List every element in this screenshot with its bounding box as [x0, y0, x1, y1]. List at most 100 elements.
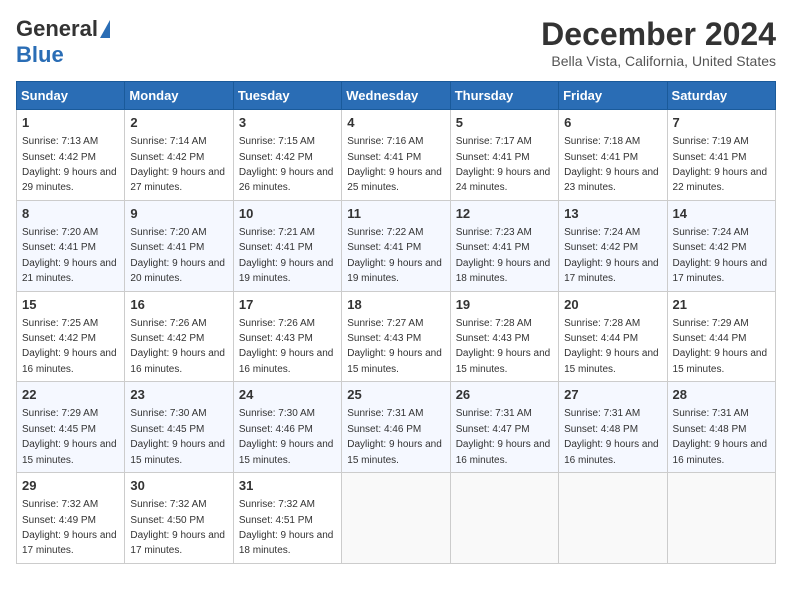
- calendar-cell: 12Sunrise: 7:23 AMSunset: 4:41 PMDayligh…: [450, 200, 558, 291]
- month-title: December 2024: [541, 16, 776, 53]
- day-number: 23: [130, 386, 227, 404]
- day-number: 11: [347, 205, 444, 223]
- day-info: Sunrise: 7:31 AMSunset: 4:48 PMDaylight:…: [673, 408, 768, 465]
- day-info: Sunrise: 7:20 AMSunset: 4:41 PMDaylight:…: [22, 227, 117, 284]
- calendar-cell: [559, 473, 667, 564]
- day-number: 18: [347, 296, 444, 314]
- location: Bella Vista, California, United States: [541, 53, 776, 69]
- calendar-cell: 26Sunrise: 7:31 AMSunset: 4:47 PMDayligh…: [450, 382, 558, 473]
- calendar-cell: 1 Sunrise: 7:13 AMSunset: 4:42 PMDaylight…: [17, 110, 125, 201]
- title-block: December 2024 Bella Vista, California, U…: [541, 16, 776, 69]
- logo-general: General: [16, 16, 98, 42]
- day-number: 27: [564, 386, 661, 404]
- calendar-cell: 31 Sunrise: 7:32 AMSunset: 4:51 PMDayligh…: [233, 473, 341, 564]
- calendar-cell: 13 Sunrise: 7:24 AMSunset: 4:42 PMDayligh…: [559, 200, 667, 291]
- calendar-cell: 2Sunrise: 7:14 AMSunset: 4:42 PMDaylight…: [125, 110, 233, 201]
- calendar-week-row: 15 Sunrise: 7:25 AMSunset: 4:42 PMDayligh…: [17, 291, 776, 382]
- calendar-table: SundayMondayTuesdayWednesdayThursdayFrid…: [16, 81, 776, 564]
- calendar-cell: 4 Sunrise: 7:16 AMSunset: 4:41 PMDaylight…: [342, 110, 450, 201]
- day-info: Sunrise: 7:24 AMSunset: 4:42 PMDaylight:…: [564, 227, 659, 284]
- day-number: 30: [130, 477, 227, 495]
- day-number: 19: [456, 296, 553, 314]
- day-info: Sunrise: 7:13 AMSunset: 4:42 PMDaylight:…: [22, 136, 117, 193]
- day-number: 1: [22, 114, 119, 132]
- day-info: Sunrise: 7:29 AMSunset: 4:45 PMDaylight:…: [22, 408, 117, 465]
- calendar-day-header: Monday: [125, 82, 233, 110]
- calendar-week-row: 22 Sunrise: 7:29 AMSunset: 4:45 PMDayligh…: [17, 382, 776, 473]
- day-info: Sunrise: 7:17 AMSunset: 4:41 PMDaylight:…: [456, 136, 551, 193]
- calendar-day-header: Thursday: [450, 82, 558, 110]
- day-number: 15: [22, 296, 119, 314]
- day-number: 4: [347, 114, 444, 132]
- day-info: Sunrise: 7:23 AMSunset: 4:41 PMDaylight:…: [456, 227, 551, 284]
- day-info: Sunrise: 7:30 AMSunset: 4:45 PMDaylight:…: [130, 408, 225, 465]
- logo: General Blue: [16, 16, 110, 68]
- day-number: 22: [22, 386, 119, 404]
- calendar-day-header: Saturday: [667, 82, 775, 110]
- calendar-cell: 9 Sunrise: 7:20 AMSunset: 4:41 PMDaylight…: [125, 200, 233, 291]
- day-number: 3: [239, 114, 336, 132]
- calendar-cell: 20Sunrise: 7:28 AMSunset: 4:44 PMDayligh…: [559, 291, 667, 382]
- calendar-cell: [667, 473, 775, 564]
- calendar-cell: 17Sunrise: 7:26 AMSunset: 4:43 PMDayligh…: [233, 291, 341, 382]
- calendar-cell: 25 Sunrise: 7:31 AMSunset: 4:46 PMDayligh…: [342, 382, 450, 473]
- calendar-week-row: 1 Sunrise: 7:13 AMSunset: 4:42 PMDaylight…: [17, 110, 776, 201]
- calendar-cell: 23 Sunrise: 7:30 AMSunset: 4:45 PMDayligh…: [125, 382, 233, 473]
- calendar-cell: 27 Sunrise: 7:31 AMSunset: 4:48 PMDayligh…: [559, 382, 667, 473]
- calendar-cell: 6Sunrise: 7:18 AMSunset: 4:41 PMDaylight…: [559, 110, 667, 201]
- day-number: 31: [239, 477, 336, 495]
- calendar-day-header: Tuesday: [233, 82, 341, 110]
- calendar-cell: 16 Sunrise: 7:26 AMSunset: 4:42 PMDayligh…: [125, 291, 233, 382]
- calendar-cell: 10 Sunrise: 7:21 AMSunset: 4:41 PMDayligh…: [233, 200, 341, 291]
- day-info: Sunrise: 7:21 AMSunset: 4:41 PMDaylight:…: [239, 227, 334, 284]
- day-number: 6: [564, 114, 661, 132]
- day-info: Sunrise: 7:28 AMSunset: 4:43 PMDaylight:…: [456, 318, 551, 375]
- day-number: 25: [347, 386, 444, 404]
- calendar-cell: 29 Sunrise: 7:32 AMSunset: 4:49 PMDayligh…: [17, 473, 125, 564]
- day-info: Sunrise: 7:26 AMSunset: 4:42 PMDaylight:…: [130, 318, 225, 375]
- day-number: 7: [673, 114, 770, 132]
- day-info: Sunrise: 7:24 AMSunset: 4:42 PMDaylight:…: [673, 227, 768, 284]
- day-number: 29: [22, 477, 119, 495]
- calendar-header-row: SundayMondayTuesdayWednesdayThursdayFrid…: [17, 82, 776, 110]
- calendar-cell: 7 Sunrise: 7:19 AMSunset: 4:41 PMDaylight…: [667, 110, 775, 201]
- day-info: Sunrise: 7:25 AMSunset: 4:42 PMDaylight:…: [22, 318, 117, 375]
- calendar-cell: 5Sunrise: 7:17 AMSunset: 4:41 PMDaylight…: [450, 110, 558, 201]
- day-number: 28: [673, 386, 770, 404]
- day-number: 10: [239, 205, 336, 223]
- day-number: 20: [564, 296, 661, 314]
- day-info: Sunrise: 7:16 AMSunset: 4:41 PMDaylight:…: [347, 136, 442, 193]
- calendar-cell: 21Sunrise: 7:29 AMSunset: 4:44 PMDayligh…: [667, 291, 775, 382]
- day-info: Sunrise: 7:20 AMSunset: 4:41 PMDaylight:…: [130, 227, 225, 284]
- day-info: Sunrise: 7:32 AMSunset: 4:49 PMDaylight:…: [22, 499, 117, 556]
- day-number: 9: [130, 205, 227, 223]
- calendar-cell: 18Sunrise: 7:27 AMSunset: 4:43 PMDayligh…: [342, 291, 450, 382]
- day-number: 13: [564, 205, 661, 223]
- logo-blue-text: Blue: [16, 42, 64, 67]
- day-info: Sunrise: 7:31 AMSunset: 4:47 PMDaylight:…: [456, 408, 551, 465]
- day-number: 17: [239, 296, 336, 314]
- day-number: 14: [673, 205, 770, 223]
- calendar-cell: 14 Sunrise: 7:24 AMSunset: 4:42 PMDayligh…: [667, 200, 775, 291]
- calendar-cell: 24Sunrise: 7:30 AMSunset: 4:46 PMDayligh…: [233, 382, 341, 473]
- day-number: 16: [130, 296, 227, 314]
- day-info: Sunrise: 7:32 AMSunset: 4:50 PMDaylight:…: [130, 499, 225, 556]
- calendar-week-row: 8Sunrise: 7:20 AMSunset: 4:41 PMDaylight…: [17, 200, 776, 291]
- day-info: Sunrise: 7:32 AMSunset: 4:51 PMDaylight:…: [239, 499, 334, 556]
- day-info: Sunrise: 7:31 AMSunset: 4:46 PMDaylight:…: [347, 408, 442, 465]
- calendar-cell: 28 Sunrise: 7:31 AMSunset: 4:48 PMDayligh…: [667, 382, 775, 473]
- calendar-cell: [342, 473, 450, 564]
- day-info: Sunrise: 7:30 AMSunset: 4:46 PMDaylight:…: [239, 408, 334, 465]
- calendar-cell: 19 Sunrise: 7:28 AMSunset: 4:43 PMDayligh…: [450, 291, 558, 382]
- calendar-week-row: 29 Sunrise: 7:32 AMSunset: 4:49 PMDayligh…: [17, 473, 776, 564]
- calendar-day-header: Sunday: [17, 82, 125, 110]
- day-info: Sunrise: 7:19 AMSunset: 4:41 PMDaylight:…: [673, 136, 768, 193]
- day-info: Sunrise: 7:31 AMSunset: 4:48 PMDaylight:…: [564, 408, 659, 465]
- calendar-cell: [450, 473, 558, 564]
- calendar-day-header: Friday: [559, 82, 667, 110]
- day-info: Sunrise: 7:15 AMSunset: 4:42 PMDaylight:…: [239, 136, 334, 193]
- day-info: Sunrise: 7:22 AMSunset: 4:41 PMDaylight:…: [347, 227, 442, 284]
- day-info: Sunrise: 7:14 AMSunset: 4:42 PMDaylight:…: [130, 136, 225, 193]
- page-header: General Blue December 2024 Bella Vista, …: [16, 16, 776, 69]
- calendar-cell: 8Sunrise: 7:20 AMSunset: 4:41 PMDaylight…: [17, 200, 125, 291]
